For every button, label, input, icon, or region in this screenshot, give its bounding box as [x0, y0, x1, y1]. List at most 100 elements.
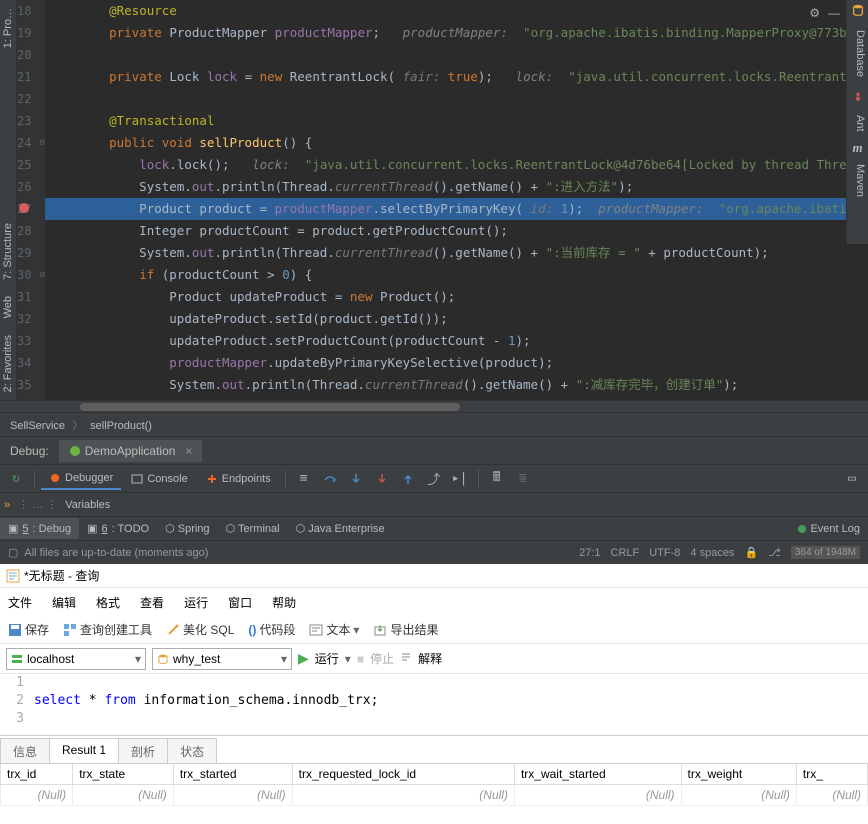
step-out-button[interactable]	[396, 468, 420, 490]
column-header[interactable]: trx_started	[173, 764, 292, 785]
right-tab-maven[interactable]: Maven	[847, 156, 868, 205]
right-tool-strip: Database Ant m Maven	[846, 0, 868, 244]
column-header[interactable]: trx_	[796, 764, 867, 785]
host-select[interactable]: localhost	[6, 648, 146, 670]
git-branch-icon[interactable]: ⎇	[768, 546, 781, 559]
query-builder-button[interactable]: 查询创建工具	[63, 621, 152, 638]
notification-dot-icon	[798, 525, 806, 533]
indent-setting[interactable]: 4 spaces	[690, 547, 734, 559]
menu-item[interactable]: 文件	[8, 594, 32, 611]
endpoints-tab[interactable]: Endpoints	[198, 469, 279, 489]
breadcrumb-method[interactable]: sellProduct()	[90, 420, 152, 432]
menu-item[interactable]: 运行	[184, 594, 208, 611]
database-select[interactable]: why_test	[152, 648, 292, 670]
file-encoding[interactable]: UTF-8	[649, 547, 680, 559]
left-tool-strip: 1: Pro… 7: Structure Web 2: Favorites	[0, 0, 17, 400]
show-exec-button[interactable]: ≡	[292, 468, 316, 490]
database-icon	[851, 4, 865, 18]
right-tab-database[interactable]: Database	[847, 22, 868, 85]
debugger-tab[interactable]: Debugger	[41, 468, 121, 490]
export-icon	[373, 623, 387, 637]
sql-client-window: *无标题 - 查询 文件编辑格式查看运行窗口帮助 保存 查询创建工具 美化 SQ…	[0, 564, 868, 824]
toolwin-debug[interactable]: ▣ 5: Debug	[0, 518, 79, 539]
menu-item[interactable]: 窗口	[228, 594, 252, 611]
close-icon[interactable]: ×	[185, 444, 192, 458]
layout-button[interactable]: ▭	[840, 468, 864, 490]
menu-item[interactable]: 格式	[96, 594, 120, 611]
scrollbar-thumb[interactable]	[80, 403, 460, 411]
horizontal-scrollbar[interactable]	[0, 400, 868, 412]
line-separator[interactable]: CRLF	[611, 547, 640, 559]
left-tab-web[interactable]: Web	[0, 288, 16, 326]
sql-code-area[interactable]: select * from information_schema.innodb_…	[30, 674, 868, 735]
menu-item[interactable]: 编辑	[52, 594, 76, 611]
export-button[interactable]: 导出结果	[373, 621, 438, 638]
column-header[interactable]: trx_requested_lock_id	[292, 764, 514, 785]
step-over-button[interactable]	[318, 468, 342, 490]
menu-item[interactable]: 帮助	[272, 594, 296, 611]
stop-button[interactable]: ■	[357, 652, 364, 666]
code-editor[interactable]: @Resource private ProductMapper productM…	[45, 0, 868, 400]
lock-icon[interactable]: 🔒	[744, 546, 758, 559]
evaluate-button[interactable]: 🖩	[485, 468, 509, 490]
console-tab[interactable]: Console	[123, 469, 195, 489]
result-tab[interactable]: 剖析	[118, 738, 168, 763]
run-button[interactable]: ▶	[298, 650, 309, 667]
ant-icon	[851, 89, 865, 103]
status-bar: ▢ All files are up-to-date (moments ago)…	[0, 540, 868, 564]
result-tab[interactable]: Result 1	[49, 738, 119, 763]
beautify-sql-button[interactable]: 美化 SQL	[166, 621, 234, 638]
column-header[interactable]: trx_wait_started	[514, 764, 681, 785]
line-gutter[interactable]: 1819202122232425262728293031323334353637…	[17, 0, 39, 400]
event-log-button[interactable]: Event Log	[790, 519, 868, 539]
toolwin-spring[interactable]: ⬡ Spring	[157, 518, 217, 539]
column-header[interactable]: trx_id	[1, 764, 73, 785]
drop-frame-button[interactable]: ⤴	[422, 468, 446, 490]
sql-editor[interactable]: 123 select * from information_schema.inn…	[0, 674, 868, 735]
left-tab-project[interactable]: 1: Pro…	[0, 0, 16, 56]
snippet-button[interactable]: ()代码段	[248, 621, 295, 638]
sql-menubar: 文件 编辑 格式 查看 运行 窗口 帮助	[0, 588, 868, 616]
toolwin-java enterprise[interactable]: ⬡ Java Enterprise	[288, 518, 393, 539]
rerun-button[interactable]: ↻	[4, 468, 28, 490]
trace-button[interactable]: ≣	[511, 468, 535, 490]
gear-icon[interactable]: ⚙	[809, 6, 820, 20]
variables-panel-header: » ⋮ … ⋮ Variables	[0, 492, 868, 516]
memory-indicator[interactable]: 364 of 1948M	[791, 546, 860, 559]
left-tab-structure[interactable]: 7: Structure	[0, 215, 16, 288]
sql-window-title: *无标题 - 查询	[24, 567, 99, 584]
explain-label[interactable]: 解释	[418, 650, 442, 667]
text-button[interactable]: 文本▾	[309, 621, 359, 638]
bottom-tool-bar: ▣ 5: Debug▣ 6: TODO⬡ Spring⬡ Terminal⬡ J…	[0, 516, 868, 540]
bug-icon	[49, 472, 61, 484]
column-header[interactable]: trx_weight	[681, 764, 796, 785]
sql-result-grid[interactable]: trx_idtrx_statetrx_startedtrx_requested_…	[0, 763, 868, 824]
toolwin-todo[interactable]: ▣ 6: TODO	[79, 518, 157, 539]
force-step-into-button[interactable]	[370, 468, 394, 490]
table-row[interactable]: (Null)(Null)(Null)(Null)(Null)(Null)(Nul…	[1, 785, 868, 806]
menu-item[interactable]: 查看	[140, 594, 164, 611]
save-button[interactable]: 保存	[8, 621, 49, 638]
left-tab-favorites[interactable]: 2: Favorites	[0, 327, 16, 400]
run-to-cursor-button[interactable]: ▸|	[448, 468, 472, 490]
breakpoint-list-icon[interactable]: »	[4, 499, 10, 511]
breadcrumb[interactable]: SellService 〉 sellProduct()	[0, 412, 868, 436]
step-into-button[interactable]	[344, 468, 368, 490]
result-tab[interactable]: 信息	[0, 738, 50, 763]
variables-label: Variables	[65, 499, 110, 511]
right-tab-ant[interactable]: Ant	[847, 107, 868, 140]
status-message: All files are up-to-date (moments ago)	[24, 547, 208, 559]
toolwin-terminal[interactable]: ⬡ Terminal	[218, 518, 288, 539]
caret-position[interactable]: 27:1	[579, 547, 600, 559]
run-label[interactable]: 运行	[315, 650, 339, 667]
debug-run-config-tab[interactable]: DemoApplication ×	[59, 440, 203, 462]
column-header[interactable]: trx_state	[73, 764, 174, 785]
result-tab[interactable]: 状态	[167, 738, 217, 763]
minimize-icon[interactable]: —	[828, 6, 840, 20]
db-icon	[157, 653, 169, 665]
explain-button[interactable]	[400, 651, 412, 666]
breadcrumb-class[interactable]: SellService	[10, 420, 65, 432]
sql-connection-bar: localhost why_test ▶ 运行▾ ■ 停止 解释	[0, 644, 868, 674]
sql-gutter: 123	[0, 674, 30, 735]
table-header-row: trx_idtrx_statetrx_startedtrx_requested_…	[1, 764, 868, 785]
